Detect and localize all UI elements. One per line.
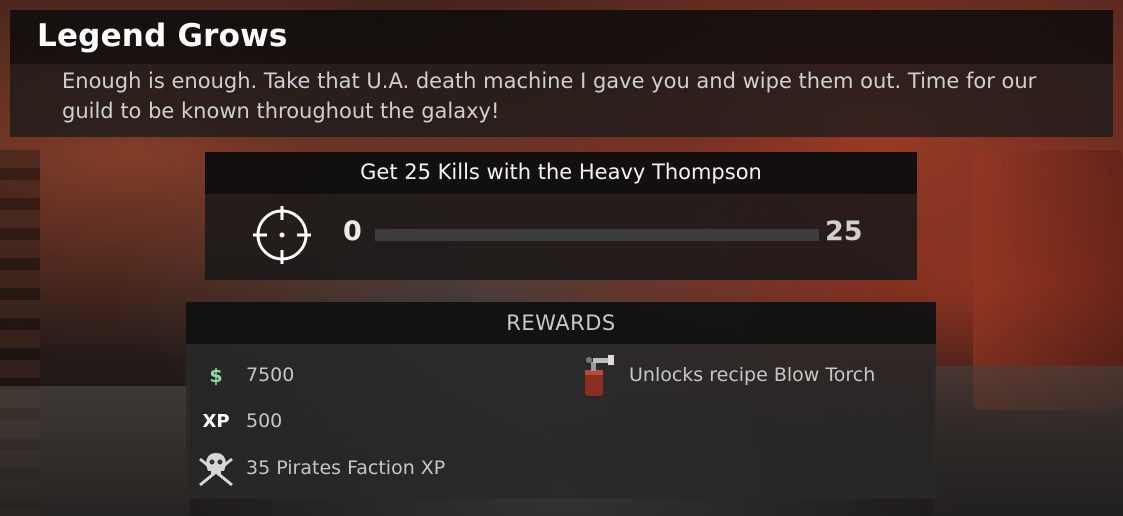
- background-crate-right: [933, 366, 1123, 516]
- dollar-icon: $: [209, 365, 223, 387]
- xp-icon: XP: [202, 410, 230, 432]
- rewards-title: REWARDS: [506, 311, 616, 335]
- rewards-panel: REWARDS $ 7500 XP 500 35 Pirates Faction…: [186, 302, 936, 499]
- objective-title: Get 25 Kills with the Heavy Thompson: [360, 160, 762, 184]
- reward-recipe-value: Unlocks recipe Blow Torch: [629, 364, 876, 386]
- progress-current: 0: [343, 216, 362, 247]
- objective-panel: Get 25 Kills with the Heavy Thompson 0 2…: [205, 152, 917, 280]
- progress-target: 25: [825, 216, 863, 247]
- blow-torch-icon: [585, 355, 614, 396]
- reward-faction-value: 35 Pirates Faction XP: [246, 457, 446, 479]
- reward-money-value: 7500: [246, 364, 295, 386]
- reward-xp-value: 500: [246, 410, 283, 432]
- quest-description: Enough is enough. Take that U.A. death m…: [62, 69, 1037, 123]
- background-crate: [0, 386, 190, 516]
- quest-title: Legend Grows: [37, 18, 288, 54]
- pirate-skull-icon: [199, 453, 233, 487]
- progress-bar: [375, 229, 819, 241]
- crosshair-icon: [253, 206, 311, 264]
